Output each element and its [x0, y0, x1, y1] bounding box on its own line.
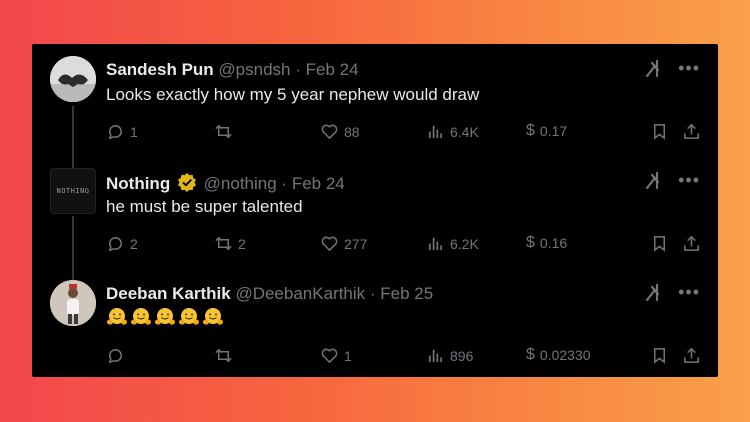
share-button[interactable]	[682, 122, 701, 141]
like-button[interactable]: 277	[320, 234, 367, 253]
repost-icon	[215, 124, 232, 139]
hugging-face-emoji	[155, 308, 175, 325]
like-count: 1	[344, 347, 352, 364]
share-button[interactable]	[682, 234, 701, 253]
reply-button[interactable]: 2	[106, 234, 138, 253]
like-count: 88	[344, 123, 360, 140]
tweet-top-icons: •••	[644, 170, 700, 190]
display-name[interactable]: Nothing	[106, 174, 170, 193]
tip-amount: 0.02330	[539, 347, 591, 363]
views-button[interactable]: 6.4K	[426, 122, 479, 141]
bookmark-button[interactable]	[650, 122, 669, 141]
reply-thread-card: Sandesh Pun @psndsh · Feb 24 Looks exact…	[32, 44, 718, 377]
tweet-header: Sandesh Pun @psndsh · Feb 24	[106, 60, 359, 80]
more-icon[interactable]: •••	[678, 170, 700, 190]
display-name[interactable]: Deeban Karthik	[106, 284, 231, 303]
handle[interactable]: @psndsh	[218, 60, 290, 79]
like-icon	[321, 236, 338, 252]
bookmark-icon	[653, 348, 666, 364]
like-count: 277	[344, 235, 368, 252]
action-bar: 1 88 6.4K $ 0.17	[106, 122, 700, 144]
avatar-logo-text: NOTHING	[56, 187, 90, 195]
timestamp[interactable]: Feb 24	[292, 174, 345, 193]
reply-icon	[108, 237, 122, 252]
bookmark-button[interactable]	[650, 346, 669, 365]
tip-icon: $	[526, 234, 535, 251]
grok-icon[interactable]	[644, 58, 664, 78]
tip-icon: $	[526, 346, 535, 363]
share-icon	[684, 347, 699, 363]
tweet-header: Deeban Karthik @DeebanKarthik · Feb 25	[106, 284, 433, 304]
avatar[interactable]	[50, 56, 96, 102]
tip-button[interactable]: $ 0.02330	[526, 346, 591, 364]
avatar[interactable]: NOTHING	[50, 168, 96, 214]
repost-button[interactable]	[214, 346, 238, 365]
tip-button[interactable]: $ 0.17	[526, 122, 567, 140]
tweet[interactable]: NOTHING Nothing @nothing · Feb 24 he mus…	[32, 156, 718, 266]
bookmark-icon	[653, 124, 666, 140]
handle[interactable]: @DeebanKarthik	[235, 284, 365, 303]
views-count: 6.4K	[450, 123, 479, 140]
reply-button[interactable]	[106, 346, 130, 365]
reply-button[interactable]: 1	[106, 122, 138, 141]
like-icon	[321, 348, 338, 364]
grok-icon[interactable]	[644, 282, 664, 302]
hugging-face-emoji	[107, 308, 127, 325]
separator: ·	[276, 174, 292, 193]
verified-badge-icon[interactable]	[177, 172, 197, 192]
handle[interactable]: @nothing	[204, 174, 277, 193]
tweet-top-icons: •••	[644, 58, 700, 78]
tweet-emoji-content	[106, 306, 224, 328]
reply-count: 2	[130, 235, 138, 252]
views-button[interactable]: 6.2K	[426, 234, 479, 253]
views-count: 6.2K	[450, 235, 479, 252]
views-icon	[428, 349, 443, 363]
tweet[interactable]: Deeban Karthik @DeebanKarthik · Feb 25 •…	[32, 268, 718, 377]
repost-count: 2	[238, 235, 246, 252]
hugging-face-emoji	[203, 308, 223, 325]
more-icon[interactable]: •••	[678, 58, 700, 78]
display-name[interactable]: Sandesh Pun	[106, 60, 214, 79]
timestamp[interactable]: Feb 25	[380, 284, 433, 303]
action-bar: 2 2 277 6.2K $ 0.16	[106, 234, 700, 256]
like-icon	[321, 124, 338, 140]
tip-amount: 0.17	[539, 123, 568, 139]
tweet-text: he must be super talented	[106, 197, 303, 216]
reply-count: 1	[130, 123, 138, 140]
like-button[interactable]: 88	[320, 122, 360, 141]
repost-icon	[215, 348, 232, 363]
share-button[interactable]	[682, 346, 701, 365]
views-count: 896	[450, 347, 474, 364]
views-button[interactable]: 896	[426, 346, 473, 365]
reply-icon	[108, 349, 122, 364]
repost-button[interactable]	[214, 122, 238, 141]
share-icon	[684, 123, 699, 139]
tweet[interactable]: Sandesh Pun @psndsh · Feb 24 Looks exact…	[32, 44, 718, 154]
tweet-text: Looks exactly how my 5 year nephew would…	[106, 85, 480, 104]
hugging-face-emoji	[131, 308, 151, 325]
repost-icon	[215, 236, 232, 251]
repost-button[interactable]: 2	[214, 234, 246, 253]
more-icon[interactable]: •••	[678, 282, 700, 302]
views-icon	[428, 125, 443, 139]
tweet-header: Nothing @nothing · Feb 24	[106, 172, 345, 194]
bookmark-button[interactable]	[650, 234, 669, 253]
separator: ·	[290, 60, 306, 79]
action-bar: 1 896 $ 0.02330	[106, 346, 700, 368]
share-icon	[684, 235, 699, 251]
tip-icon: $	[526, 122, 535, 139]
timestamp[interactable]: Feb 24	[306, 60, 359, 79]
tip-button[interactable]: $ 0.16	[526, 234, 567, 252]
views-icon	[428, 237, 443, 251]
avatar[interactable]	[50, 280, 96, 326]
like-button[interactable]: 1	[320, 346, 352, 365]
tip-amount: 0.16	[539, 235, 568, 251]
grok-icon[interactable]	[644, 170, 664, 190]
separator: ·	[365, 284, 381, 303]
reply-icon	[108, 125, 122, 140]
bookmark-icon	[653, 236, 666, 252]
tweet-top-icons: •••	[644, 282, 700, 302]
hugging-face-emoji	[179, 308, 199, 325]
